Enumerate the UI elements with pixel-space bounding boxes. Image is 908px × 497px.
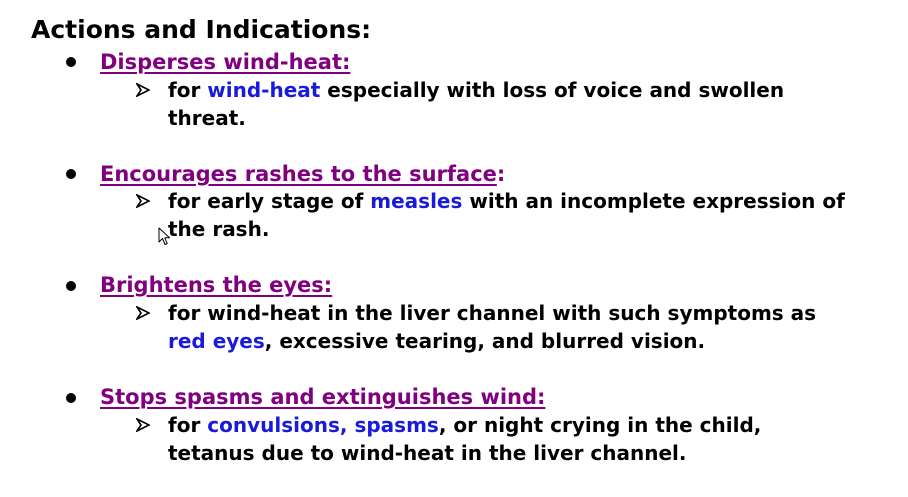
item-heading: Disperses wind-heat: bbox=[100, 50, 351, 74]
arrowhead-icon bbox=[136, 306, 150, 320]
bullet-dot-icon bbox=[66, 57, 76, 67]
item-description: for wind-heat especially with loss of vo… bbox=[168, 78, 785, 130]
item-description: for early stage of measles with an incom… bbox=[168, 189, 845, 241]
arrowhead-icon bbox=[136, 194, 150, 208]
item-heading: Encourages rashes to the surface: bbox=[100, 162, 506, 186]
item-description: for wind-heat in the liver channel with … bbox=[168, 301, 817, 353]
arrowhead-icon bbox=[136, 83, 150, 97]
item-description: for convulsions, spasms, or night crying… bbox=[168, 413, 762, 465]
item-heading: Brightens the eyes: bbox=[100, 273, 333, 297]
page-title: Actions and Indications: bbox=[31, 15, 372, 44]
arrowhead-icon bbox=[136, 418, 150, 432]
bullet-dot-icon bbox=[66, 281, 76, 291]
item-heading: Stops spasms and extinguishes wind: bbox=[100, 385, 546, 409]
bullet-dot-icon bbox=[66, 393, 76, 403]
bullet-dot-icon bbox=[66, 169, 76, 179]
mouse-pointer-icon bbox=[158, 227, 170, 245]
